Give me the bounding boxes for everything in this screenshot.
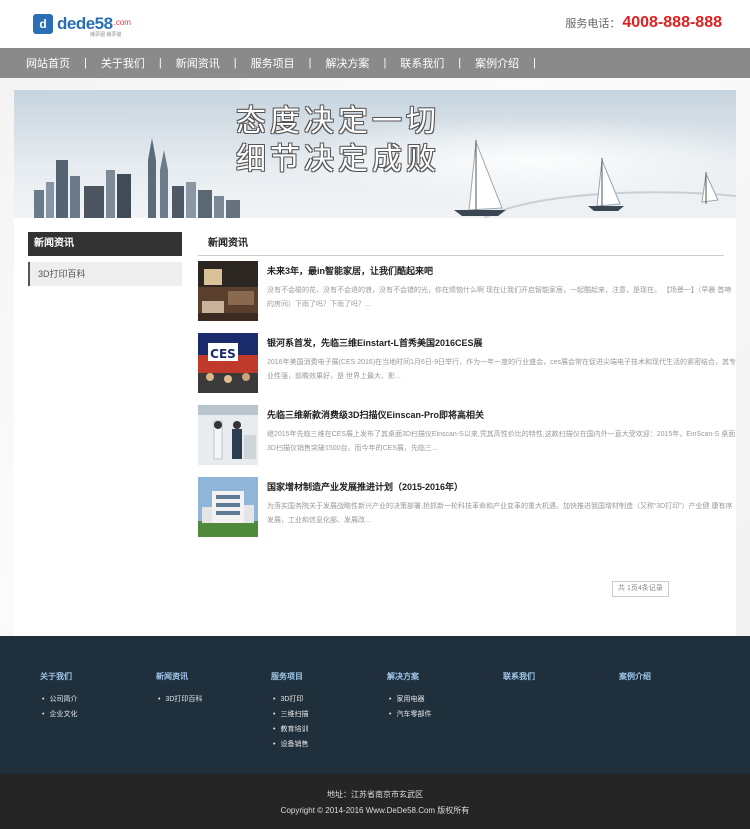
footer-column-title[interactable]: 解决方案 [387, 671, 431, 682]
news-summary: 没有不会碰的花，没有不会退的浪，没有不会错的光，你在烦恼什么啊 现在让我们开启智… [267, 287, 732, 308]
nav-item-solutions[interactable]: 解决方案 [325, 55, 369, 71]
service-phone: 服务电话： 4008-888-888 [565, 14, 722, 32]
news-title[interactable]: 先临三维新款消费级3D扫描仪Einscan-Pro即将高相关 [267, 408, 484, 421]
footer-column-title[interactable]: 案例介绍 [619, 671, 651, 682]
main-column: 新闻资讯 未来3年，最in智能家居，让我们酷起来吧 没有不会碰的花，没有不会退的… [198, 232, 736, 597]
footer-link[interactable]: 公司简介 [40, 692, 77, 707]
phone-label: 服务电话： [565, 18, 621, 30]
footer-column-news: 新闻资讯 3D打印百科 [156, 671, 202, 707]
footer-link[interactable]: 3D打印百科 [156, 692, 202, 707]
footer-column-title[interactable]: 服务项目 [271, 671, 308, 682]
footer-column-services: 服务项目 3D打印 三维扫描 教育培训 设备销售 [271, 671, 308, 752]
footer-link[interactable]: 设备销售 [271, 737, 308, 752]
sidebar-title: 新闻资讯 [28, 232, 182, 256]
news-title[interactable]: 银河系首发，先临三维Einstart-L首秀美国2016CES展 [267, 336, 483, 349]
copyright-bar: 地址：江苏省南京市玄武区 Copyright © 2014-2016 Www.D… [0, 774, 750, 829]
footer-column-title[interactable]: 联系我们 [503, 671, 535, 682]
company-address: 地址：江苏省南京市玄武区 [327, 790, 423, 799]
nav-item-news[interactable]: 新闻资讯 [176, 55, 220, 71]
site-header: d dede58 .com 織夢園 織夢貓 服务电话： 4008-888-888 [0, 0, 750, 48]
footer-column-cases: 案例介绍 [619, 671, 651, 692]
nav-item-home[interactable]: 网站首页 [26, 55, 70, 71]
site-logo[interactable]: d dede58 .com 織夢園 織夢貓 [33, 13, 131, 38]
nav-separator: | [533, 57, 537, 69]
hero-banner: 态度决定一切 细节决定成败 [14, 90, 736, 218]
logo-subtext: 織夢園 織夢貓 [90, 32, 122, 38]
news-title[interactable]: 国家增材制造产业发展推进计划（2015-2016年） [267, 480, 463, 493]
news-item: CES 银河系首发，先临三维Einstart-L首秀美国2016CES展 201… [198, 333, 736, 395]
news-summary: 继2015年先临三维在CES展上发布了其桌面3D扫描仪Einscan-S以来,凭… [267, 431, 736, 452]
footer-link[interactable]: 教育培训 [271, 722, 308, 737]
news-thumbnail[interactable] [198, 261, 258, 321]
nav-separator: | [84, 57, 87, 69]
svg-text:CES: CES [210, 347, 236, 361]
nav-item-cases[interactable]: 案例介绍 [475, 55, 519, 71]
news-thumbnail[interactable]: CES [198, 333, 258, 393]
footer-column-solutions: 解决方案 家用电器 汽车零部件 [387, 671, 431, 722]
news-item: 先临三维新款消费级3D扫描仪Einscan-Pro即将高相关 继2015年先临三… [198, 405, 735, 467]
nav-item-contact[interactable]: 联系我们 [400, 55, 444, 71]
footer-link[interactable]: 三维扫描 [271, 707, 308, 722]
news-summary: 2016年美国消费电子展(CES 2016)在当地时间1月6日-9日举行，作为一… [267, 359, 737, 380]
news-thumbnail[interactable] [198, 477, 258, 537]
phone-number: 4008-888-888 [622, 14, 722, 31]
nav-separator: | [233, 57, 237, 69]
pagination-info: 共 1页4条记录 [612, 581, 669, 597]
copyright-text: Copyright © 2014-2016 Www.DeDe58.Com 版权所… [280, 806, 470, 815]
logo-domain: .com [113, 17, 131, 27]
main-nav: 网站首页 | 关于我们 | 新闻资讯 | 服务项目 | 解决方案 | 联系我们 … [0, 48, 750, 78]
nav-item-about[interactable]: 关于我们 [101, 55, 145, 71]
nav-separator: | [158, 57, 162, 69]
footer-column-title[interactable]: 关于我们 [40, 671, 77, 682]
footer-link[interactable]: 企业文化 [40, 707, 77, 722]
footer-link[interactable]: 汽车零部件 [387, 707, 431, 722]
site-footer: 关于我们 公司简介 企业文化 新闻资讯 3D打印百科 服务项目 3D打印 三维扫… [0, 636, 750, 774]
news-item: 未来3年，最in智能家居，让我们酷起来吧 没有不会碰的花，没有不会退的浪，没有不… [198, 261, 731, 323]
nav-item-services[interactable]: 服务项目 [251, 55, 295, 71]
footer-link[interactable]: 家用电器 [387, 692, 431, 707]
news-item: 国家增材制造产业发展推进计划（2015-2016年） 为落实国务院关于发展战略性… [198, 477, 733, 539]
footer-column-contact: 联系我们 [503, 671, 535, 692]
logo-icon: d [33, 14, 53, 34]
nav-separator: | [383, 57, 387, 69]
sidebar: 新闻资讯 3D打印百科 [28, 232, 182, 286]
footer-link[interactable]: 3D打印 [271, 692, 308, 707]
footer-column-title[interactable]: 新闻资讯 [156, 671, 202, 682]
nav-separator: | [308, 57, 312, 69]
content-area: 新闻资讯 3D打印百科 新闻资讯 未来3年，最in智能家居，让我们酷起来吧 没有… [14, 218, 736, 636]
section-title: 新闻资讯 [198, 232, 724, 256]
nav-separator: | [458, 57, 462, 69]
sidebar-item-3d-printing[interactable]: 3D打印百科 [28, 262, 182, 286]
news-title[interactable]: 未来3年，最in智能家居，让我们酷起来吧 [267, 264, 433, 277]
footer-column-about: 关于我们 公司简介 企业文化 [40, 671, 77, 722]
news-thumbnail[interactable] [198, 405, 258, 465]
news-summary: 为落实国务院关于发展战略性新兴产业的决策部署,抢抓新一轮科技革命和产业变革的重大… [267, 503, 733, 524]
banner-slogan-2: 细节决定成败 [236, 142, 440, 177]
